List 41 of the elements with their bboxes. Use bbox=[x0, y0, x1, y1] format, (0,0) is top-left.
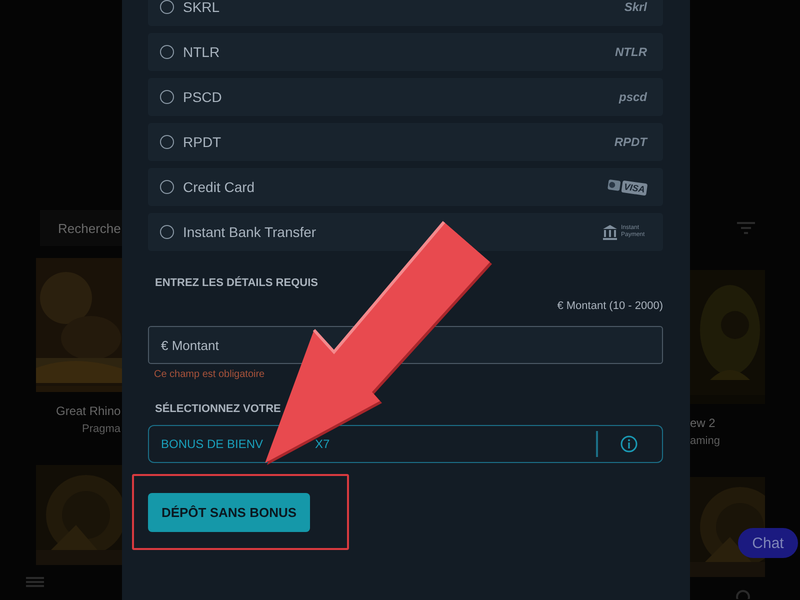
option-label: Instant Bank Transfer bbox=[183, 224, 318, 240]
option-label: Credit Card bbox=[183, 179, 256, 195]
game-title: Great Rhino bbox=[56, 404, 122, 418]
section-heading: SÉLECTIONNEZ VOTRE bbox=[155, 403, 282, 415]
card-icon bbox=[606, 177, 622, 194]
option-label: RPDT bbox=[183, 134, 222, 150]
radio-button[interactable] bbox=[160, 135, 174, 149]
section-heading: ENTREZ LES DÉTAILS REQUIS bbox=[155, 277, 319, 289]
bonus-value: BONUS DE BIENV bbox=[161, 437, 264, 451]
deposit-button[interactable]: DÉPÔT SANS BONUS bbox=[148, 492, 310, 532]
error-message: Ce champ est obligatoire bbox=[154, 369, 266, 380]
payment-option[interactable]: Credit Card VISA bbox=[148, 168, 663, 206]
payment-logo: pscd bbox=[618, 90, 647, 104]
payment-logo: NTLR bbox=[615, 45, 647, 59]
payment-logo: RPDT bbox=[614, 135, 647, 149]
payment-option[interactable]: RPDT RPDT bbox=[148, 123, 663, 161]
option-label: SKRL bbox=[183, 0, 221, 15]
radio-button[interactable] bbox=[160, 45, 174, 59]
radio-button[interactable] bbox=[160, 225, 174, 239]
bonus-dropdown[interactable]: BONUS DE BIENV X7 bbox=[148, 425, 663, 463]
payment-option[interactable]: PSCD pscd bbox=[148, 78, 663, 116]
radio-button[interactable] bbox=[160, 0, 174, 14]
card-brand: VISA bbox=[621, 180, 648, 196]
info-icon bbox=[620, 435, 638, 453]
radio-button[interactable] bbox=[160, 180, 174, 194]
payment-option[interactable]: SKRL Skrl bbox=[148, 0, 663, 26]
game-title: ew 2 bbox=[690, 416, 716, 430]
menu-icon bbox=[26, 577, 44, 587]
search-field[interactable]: Recherche bbox=[40, 210, 122, 246]
chat-button[interactable]: Chat bbox=[738, 528, 798, 558]
bonus-value: X7 bbox=[315, 437, 330, 451]
filter-icon bbox=[737, 222, 755, 234]
radio-button[interactable] bbox=[160, 90, 174, 104]
option-label: PSCD bbox=[183, 89, 223, 105]
game-provider: Pragma bbox=[82, 423, 122, 435]
payment-option[interactable]: NTLR NTLR bbox=[148, 33, 663, 71]
payment-logo: Skrl bbox=[624, 0, 647, 14]
game-provider: aming bbox=[690, 435, 721, 447]
bank-icon bbox=[602, 224, 618, 240]
option-label: NTLR bbox=[183, 44, 221, 60]
amount-hint: € Montant (10 - 2000) bbox=[557, 300, 663, 312]
